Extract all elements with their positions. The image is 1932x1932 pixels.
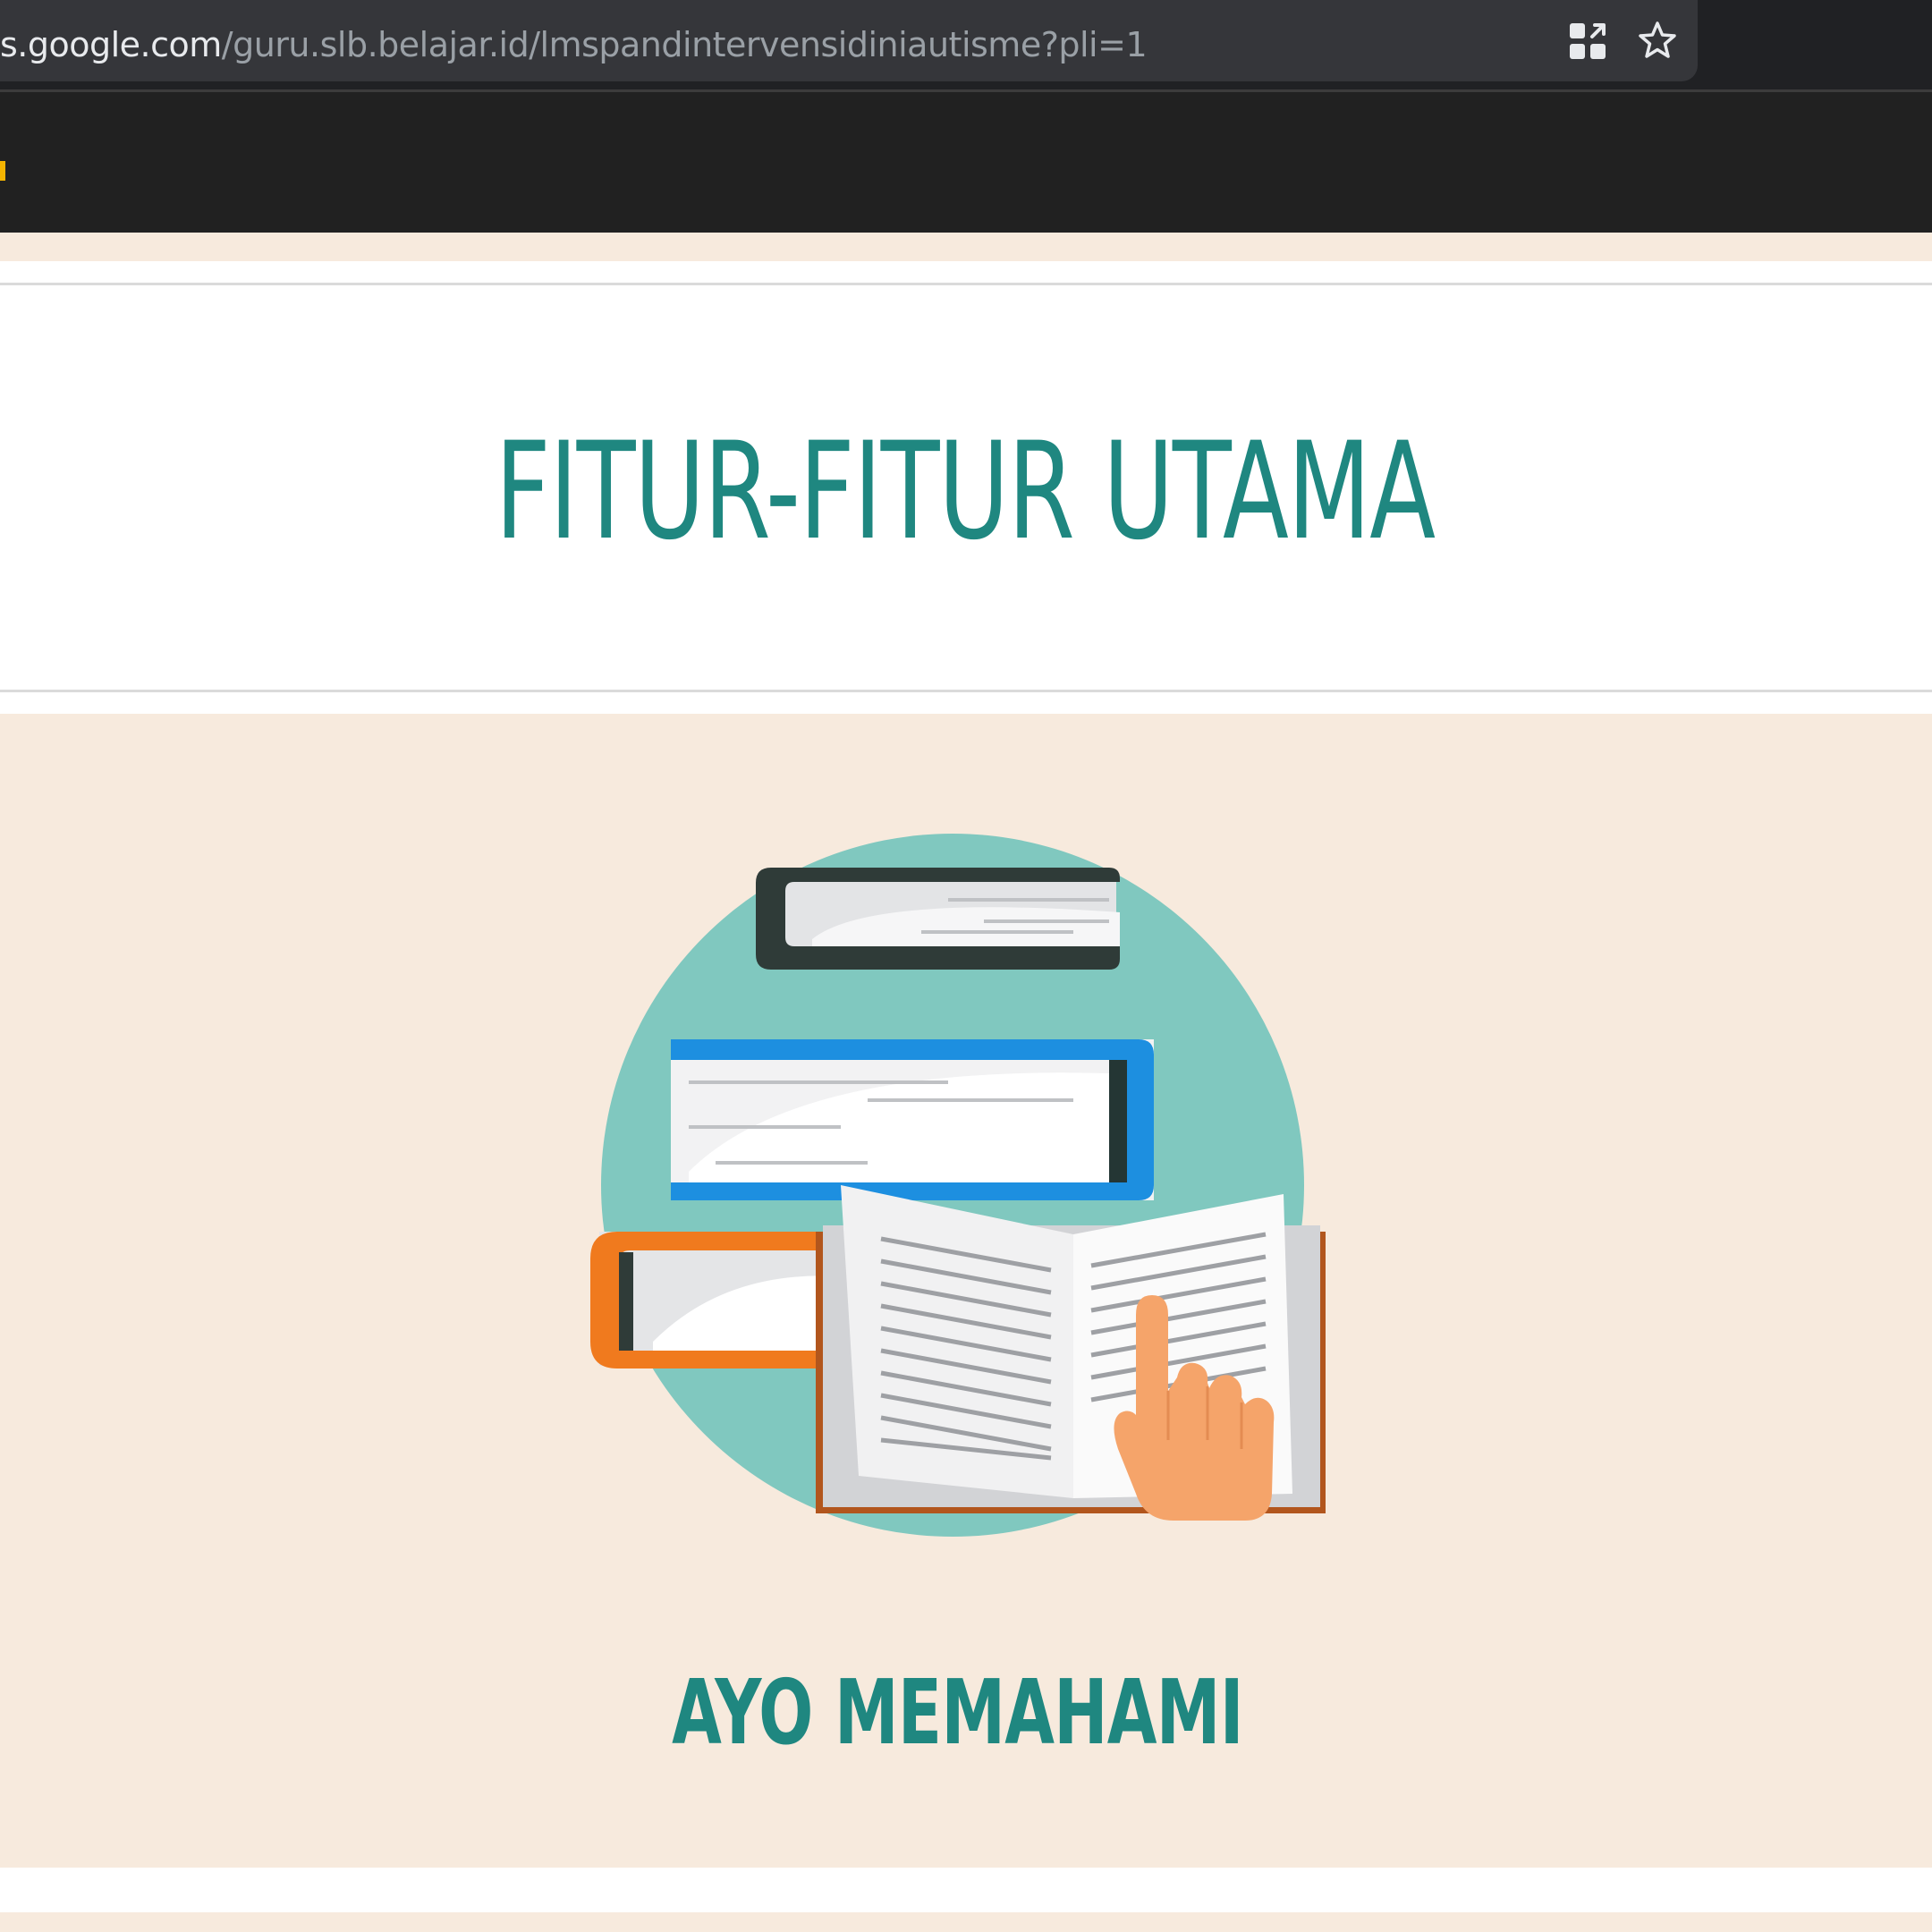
feature-label[interactable]: AYO MEMAHAMI bbox=[262, 1664, 1653, 1762]
page-root: s.google.com/guru.slb.belajar.id/lmspand… bbox=[0, 0, 1932, 1932]
url-domain: s.google.com bbox=[0, 25, 222, 64]
next-section-top bbox=[0, 1868, 1932, 1912]
url-text[interactable]: s.google.com/guru.slb.belajar.id/lmspand… bbox=[0, 0, 1148, 89]
books-reading-illustration[interactable] bbox=[572, 832, 1333, 1565]
blue-book bbox=[671, 1039, 1154, 1200]
title-bottom-divider bbox=[0, 690, 1932, 692]
section-title: FITUR-FITUR UTAMA bbox=[495, 414, 1436, 570]
browser-toolbar: s.google.com/guru.slb.belajar.id/lmspand… bbox=[0, 0, 1932, 92]
address-bar[interactable]: s.google.com/guru.slb.belajar.id/lmspand… bbox=[0, 0, 1698, 81]
title-top-divider bbox=[0, 283, 1932, 285]
header-spacer bbox=[0, 233, 1932, 261]
header-logo-edge bbox=[0, 161, 5, 181]
url-path: /guru.slb.belajar.id/lmspandintervensidi… bbox=[221, 25, 1148, 64]
next-section-background bbox=[0, 1912, 1932, 1932]
bookmark-star-icon[interactable] bbox=[1636, 20, 1679, 63]
install-app-icon[interactable] bbox=[1566, 20, 1609, 63]
site-header bbox=[0, 92, 1932, 233]
dark-book bbox=[756, 868, 1120, 970]
